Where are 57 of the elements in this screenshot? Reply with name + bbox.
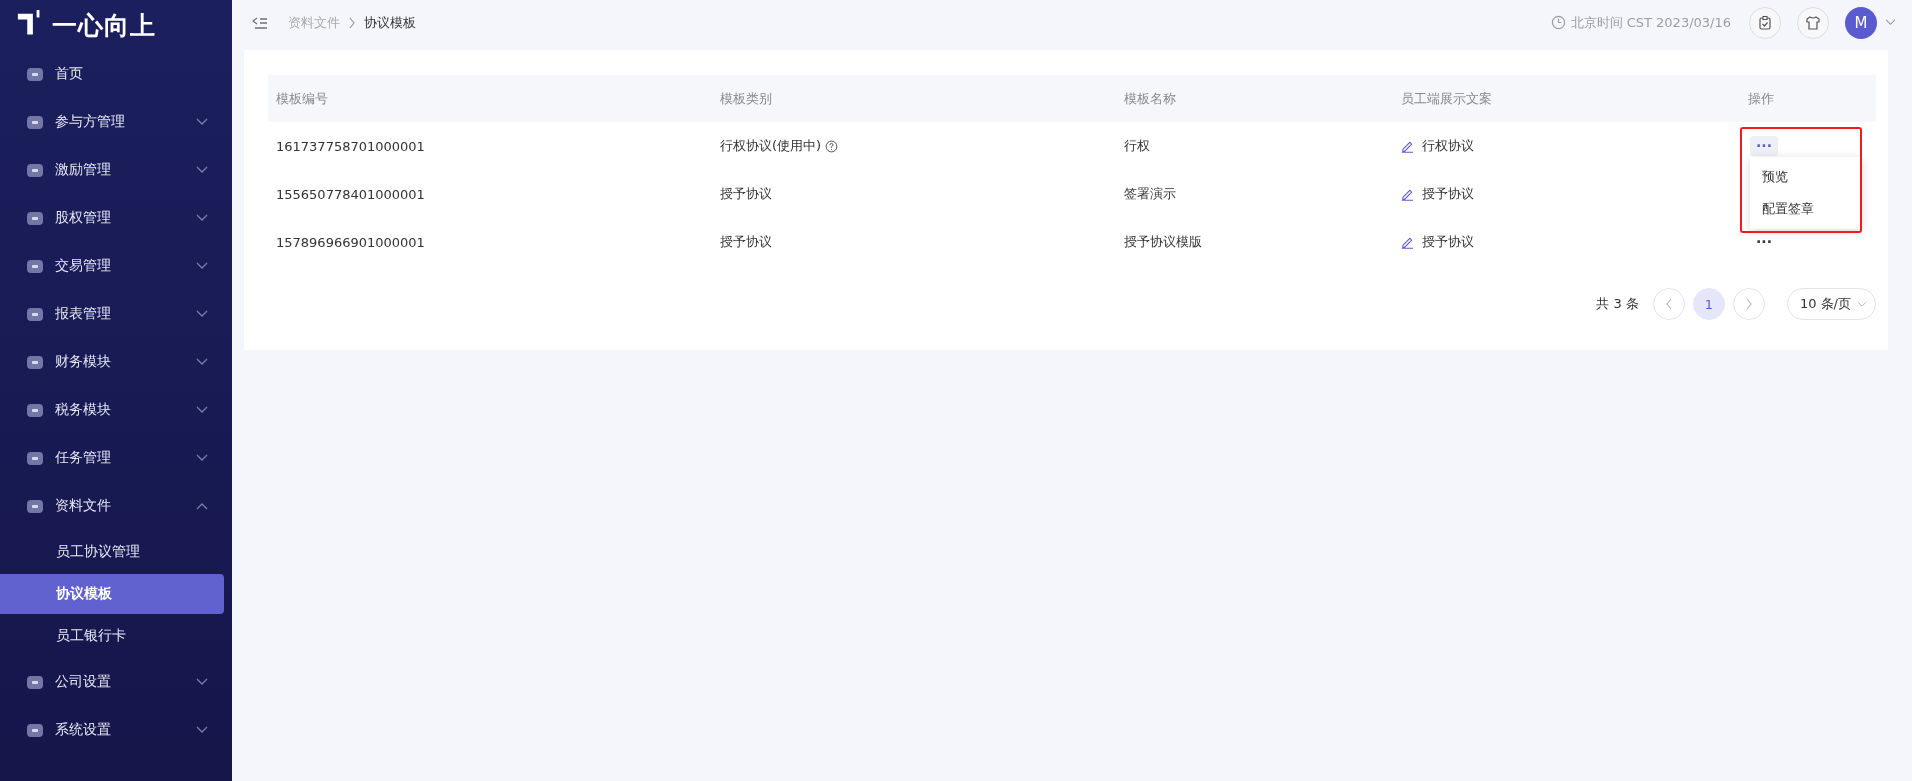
chevron-icon[interactable] [1885, 19, 1896, 26]
menu-item[interactable]: 预览 [1750, 161, 1862, 193]
table-cell: 授予协议 [1422, 185, 1474, 203]
chevron-icon [1664, 298, 1673, 310]
page-button[interactable]: 1 [1692, 288, 1725, 320]
clipboard-icon [1757, 14, 1773, 31]
nav-item[interactable]: 报表管理 [0, 290, 232, 338]
shirt-button[interactable] [1797, 6, 1829, 39]
table-cell-text: 行权 [1123, 137, 1151, 155]
shirt-icon [1805, 14, 1821, 31]
nav-item[interactable]: 任务管理 [0, 434, 232, 482]
chevron-icon [1857, 300, 1867, 308]
nav-item[interactable]: 公司设置 [0, 658, 232, 706]
nav-item[interactable]: 税务模块 [0, 386, 232, 434]
clock-icon [1550, 15, 1566, 30]
column-header: 操作 [1747, 89, 1775, 108]
submenu-item[interactable]: 员工协议管理 [0, 532, 224, 572]
nav-item[interactable]: 财务模块 [0, 338, 232, 386]
column-header: 模板编号 [275, 89, 329, 108]
table-cell-text: 161737758701000001 [275, 137, 426, 156]
table-cell-text: 授予协议模版 [1123, 233, 1203, 251]
collapse-icon[interactable] [252, 15, 268, 30]
menu-item[interactable]: 配置签章 [1750, 193, 1862, 225]
chevron-icon [348, 16, 356, 29]
table-cell: 行权协议 [1422, 137, 1474, 155]
chevron-icon [1744, 298, 1753, 310]
column-header: 模板名称 [1123, 89, 1177, 108]
table-cell: 授予协议 [1422, 233, 1474, 251]
more-button[interactable]: ··· [1750, 136, 1778, 156]
nav-item[interactable]: 参与方管理 [0, 98, 232, 146]
logo-text: 一心向上 [52, 9, 156, 42]
edit-icon[interactable] [1401, 235, 1414, 249]
nav-item[interactable]: 股权管理 [0, 194, 232, 242]
table-cell-text: 155650778401000001 [275, 185, 426, 204]
total-count: 共 3 条 [1596, 295, 1639, 313]
edit-icon[interactable] [1401, 139, 1414, 153]
nav-item[interactable]: 资料文件 [0, 482, 232, 530]
table-cell: 授予协议 [720, 233, 772, 251]
column-header: 模板类别 [719, 89, 773, 108]
nav-item[interactable]: 系统设置 [0, 706, 232, 754]
nav-item[interactable]: 激励管理 [0, 146, 232, 194]
help-icon[interactable] [825, 139, 839, 153]
table-cell-text: 签署演示 [1123, 185, 1177, 203]
column-header: 员工端展示文案 [1400, 89, 1493, 108]
nav-item[interactable]: 交易管理 [0, 242, 232, 290]
nav-item[interactable]: 首页 [0, 50, 232, 98]
table-cell: 行权协议(使用中) [720, 137, 822, 155]
table-cell: 授予协议 [720, 185, 772, 203]
clipboard-button[interactable] [1749, 6, 1781, 39]
user-avatar[interactable]: M [1845, 6, 1877, 39]
submenu-item[interactable]: 员工银行卡 [0, 616, 224, 656]
time-text: 北京时间 CST 2023/03/16 [1570, 13, 1731, 32]
table-cell-text: 157896966901000001 [275, 233, 426, 252]
edit-icon[interactable] [1401, 187, 1414, 201]
more-button[interactable]: ··· [1750, 232, 1778, 252]
submenu-item[interactable]: 协议模板 [0, 574, 224, 614]
breadcrumb-item: 协议模板 [364, 13, 416, 32]
